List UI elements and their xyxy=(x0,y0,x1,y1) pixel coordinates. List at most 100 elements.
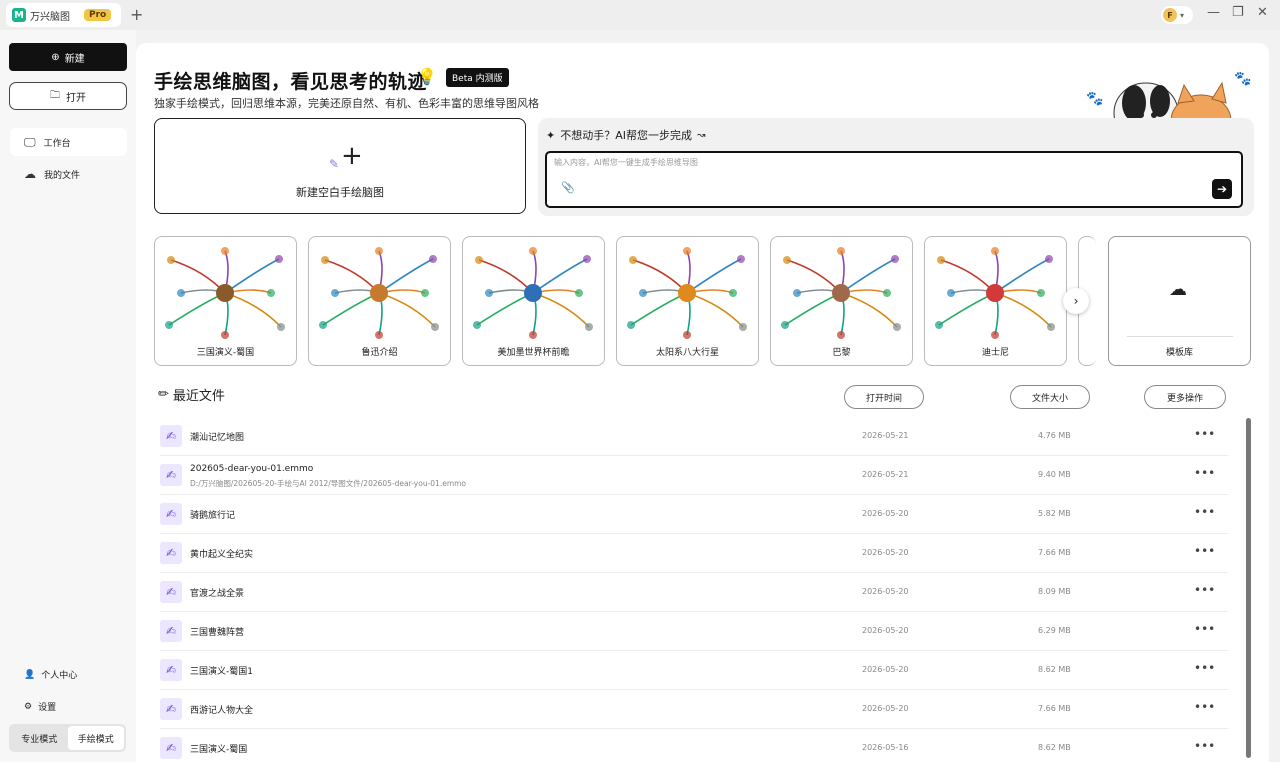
chevron-down-icon: ▾ xyxy=(1180,10,1185,20)
mindmap-file-icon: ✍ xyxy=(160,542,182,564)
template-thumbnail xyxy=(165,247,285,339)
recent-files-title-text: 最近文件 xyxy=(172,389,225,404)
mindmap-file-icon: ✍ xyxy=(160,620,182,642)
app-tab[interactable]: M 万兴脑图 Pro xyxy=(6,3,121,27)
plus-icon: + xyxy=(341,141,363,171)
template-label: 美加墨世界杯前瞻 xyxy=(497,348,570,358)
file-open-time: 2026-05-21 xyxy=(862,470,909,479)
table-row[interactable]: ✍ 202605-dear-you-01.emmo D:/万兴脑图/202605-2… xyxy=(160,456,1228,495)
table-row[interactable]: ✍ 官渡之战全景 2026-05-20 8.09 MB ••• xyxy=(160,573,1228,612)
sidebar-item-workbench[interactable]: 🖵 工作台 xyxy=(10,128,127,156)
file-open-time: 2026-05-20 xyxy=(862,548,909,557)
new-tab-button[interactable]: + xyxy=(130,5,143,24)
template-label: 鲁迅介绍 xyxy=(361,348,398,358)
template-label: 太阳系八大行星 xyxy=(655,348,719,358)
file-name: 黄巾起义全纪实 xyxy=(190,550,254,560)
file-size: 9.40 MB xyxy=(1038,470,1071,479)
user-menu[interactable]: F ▾ xyxy=(1161,6,1193,24)
file-size: 4.76 MB xyxy=(1038,431,1071,440)
app-name: 万兴脑图 xyxy=(30,11,70,23)
page-title: 手绘思维脑图，看见思考的轨迹 xyxy=(154,71,428,93)
table-row[interactable]: ✍ 三国演义-蜀国1 2026-05-20 8.62 MB ••• xyxy=(160,651,1228,690)
cloud-icon: ☁ xyxy=(24,167,36,181)
file-open-time: 2026-05-20 xyxy=(862,509,909,518)
sort-open-time[interactable]: 打开时间 xyxy=(844,385,924,409)
sidebar: ⊕ 新建 🗀 打开 🖵 工作台 ☁ 我的文件 👤 个人中心 ⚙ 设置 专业模式 … xyxy=(0,30,136,762)
sort-file-size[interactable]: 文件大小 xyxy=(1010,385,1090,409)
mindmap-file-icon: ✍ xyxy=(160,425,182,447)
close-button[interactable]: ✕ xyxy=(1257,5,1268,20)
ai-prompt-input[interactable]: 输入内容，AI帮您一键生成手绘思维导图 📎 ➔ xyxy=(545,151,1243,208)
template-card[interactable]: 鲁迅介绍 xyxy=(308,236,451,366)
template-library-label: 模板库 xyxy=(1165,348,1193,358)
settings-link[interactable]: ⚙ 设置 xyxy=(24,700,56,714)
open-button[interactable]: 🗀 打开 xyxy=(9,82,127,110)
more-actions-button[interactable]: ••• xyxy=(1194,739,1215,753)
template-label: 三国演义-蜀国 xyxy=(196,348,255,358)
sidebar-item-my-files[interactable]: ☁ 我的文件 xyxy=(10,160,127,188)
more-actions-button[interactable]: ••• xyxy=(1194,505,1215,519)
minimize-button[interactable]: — xyxy=(1207,5,1220,20)
ai-prompt-placeholder: 输入内容，AI帮您一键生成手绘思维导图 xyxy=(554,158,698,167)
template-card[interactable]: 巴黎 xyxy=(770,236,913,366)
table-row[interactable]: ✍ 三国曹魏阵营 2026-05-20 6.29 MB ••• xyxy=(160,612,1228,651)
page-subtitle: 独家手绘模式，回归思维本源，完美还原自然、有机、色彩丰富的思维导图风格 xyxy=(154,97,539,110)
table-row[interactable]: ✍ 潮汕记忆地图 2026-05-21 4.76 MB ••• xyxy=(160,417,1228,456)
ai-generate-panel: ✦ 不想动手？AI帮您一步完成 ↝ 输入内容，AI帮您一键生成手绘思维导图 📎 … xyxy=(538,118,1254,216)
file-size: 5.82 MB xyxy=(1038,509,1071,518)
mindmap-file-icon: ✍ xyxy=(160,464,182,486)
file-path: D:/万兴脑图/202605-20-手绘与AI 2012/导图文件/202605… xyxy=(190,479,467,488)
template-card[interactable]: 三国演义-蜀国 xyxy=(154,236,297,366)
maximize-button[interactable]: ❐ xyxy=(1232,5,1244,20)
more-actions-button[interactable]: ••• xyxy=(1194,661,1215,675)
personal-center-link[interactable]: 👤 个人中心 xyxy=(24,668,77,682)
more-actions-button[interactable]: ••• xyxy=(1194,700,1215,714)
template-card[interactable]: 太阳系八大行星 xyxy=(616,236,759,366)
send-button[interactable]: ➔ xyxy=(1212,179,1232,199)
new-button[interactable]: ⊕ 新建 xyxy=(9,43,127,71)
table-row[interactable]: ✍ 黄巾起义全纪实 2026-05-20 7.66 MB ••• xyxy=(160,534,1228,573)
more-actions-button[interactable]: ••• xyxy=(1194,622,1215,636)
file-size: 6.29 MB xyxy=(1038,626,1071,635)
file-name: 三国演义-蜀国 xyxy=(190,745,248,755)
table-row[interactable]: ✍ 骑鹅旅行记 2026-05-20 5.82 MB ••• xyxy=(160,495,1228,534)
file-size: 7.66 MB xyxy=(1038,704,1071,713)
plus-circle-icon: ⊕ xyxy=(51,51,60,63)
file-open-time: 2026-05-20 xyxy=(862,665,909,674)
sparkle-icon: ✦ xyxy=(546,128,556,142)
file-size: 8.09 MB xyxy=(1038,587,1071,596)
table-row[interactable]: ✍ 西游记人物大全 2026-05-20 7.66 MB ••• xyxy=(160,690,1228,729)
template-thumbnail xyxy=(781,247,901,339)
paperclip-icon[interactable]: 📎 xyxy=(561,181,575,194)
template-card[interactable]: 美加墨世界杯前瞻 xyxy=(462,236,605,366)
mode-handdrawn[interactable]: 手绘模式 xyxy=(67,726,124,750)
carousel-next-button[interactable]: › xyxy=(1063,288,1089,314)
file-size: 8.62 MB xyxy=(1038,743,1071,752)
scrollbar[interactable] xyxy=(1246,418,1251,758)
more-actions-button[interactable]: ••• xyxy=(1194,466,1215,480)
table-row[interactable]: ✍ 三国演义-蜀国 2026-05-16 8.62 MB ••• xyxy=(160,729,1228,762)
mindmap-file-icon: ✍ xyxy=(160,581,182,603)
more-actions-header[interactable]: 更多操作 xyxy=(1144,385,1226,409)
template-label: 巴黎 xyxy=(832,348,851,358)
more-actions-button[interactable]: ••• xyxy=(1194,427,1215,441)
template-library-card[interactable]: ☁ 模板库 xyxy=(1108,236,1251,366)
file-name: 三国曹魏阵营 xyxy=(190,628,245,638)
pencil-icon: ✏ xyxy=(158,387,169,402)
file-name: 潮汕记忆地图 xyxy=(190,433,245,443)
template-carousel: 三国演义-蜀国 鲁迅介绍 美加墨世界杯前瞻 太阳系八大行星 巴黎 迪士尼 › ☁ 模板库 xyxy=(154,236,1254,366)
more-actions-button[interactable]: ••• xyxy=(1194,583,1215,597)
cloud-sparkle-icon: ☁ xyxy=(1169,279,1187,300)
more-actions-button[interactable]: ••• xyxy=(1194,544,1215,558)
mode-pro[interactable]: 专业模式 xyxy=(11,726,68,750)
ai-title-text: 不想动手？AI帮您一步完成 xyxy=(560,129,692,142)
file-size: 7.66 MB xyxy=(1038,548,1071,557)
mindmap-file-icon: ✍ xyxy=(160,698,182,720)
new-blank-mindmap-card[interactable]: + ✎ 新建空白手绘脑图 xyxy=(154,118,526,214)
sidebar-item-label: 工作台 xyxy=(43,138,71,149)
template-card[interactable]: 迪士尼 xyxy=(924,236,1067,366)
file-name: 202605-dear-you-01.emmo xyxy=(190,464,314,474)
title-bar: M 万兴脑图 Pro + F ▾ — ❐ ✕ xyxy=(0,0,1280,30)
file-name: 西游记人物大全 xyxy=(190,706,254,716)
template-thumbnail xyxy=(627,247,747,339)
